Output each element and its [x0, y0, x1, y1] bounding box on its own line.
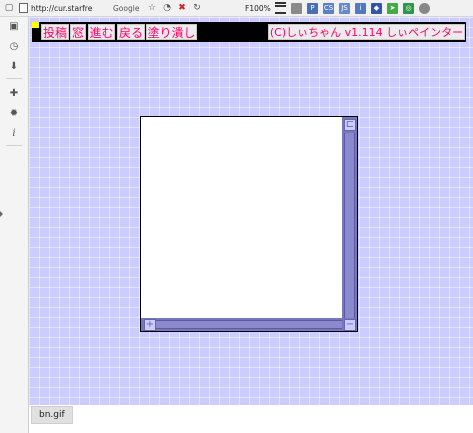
arrow-icon[interactable]: ➤: [387, 2, 398, 14]
star-icon[interactable]: ☆: [146, 2, 158, 14]
drawing-canvas[interactable]: [140, 116, 358, 332]
post-button[interactable]: 投稿: [41, 24, 69, 40]
vertical-scroll-thumb[interactable]: [344, 133, 355, 318]
browser-sidebar: ▣ ◷ ⬇ ✚ ✹ i: [0, 17, 29, 433]
favicon-icon: [19, 3, 28, 13]
yellow-marker: [32, 22, 39, 28]
puzzle-icon[interactable]: ✚: [8, 87, 20, 99]
reload-icon[interactable]: ↻: [191, 2, 203, 14]
css-icon[interactable]: CS: [323, 2, 334, 14]
tab-overview-icon[interactable]: ▢: [3, 2, 15, 14]
url-field[interactable]: http://cur.starfre: [31, 4, 107, 13]
gear-icon[interactable]: ✹: [8, 107, 20, 119]
sidebar-divider: [6, 145, 22, 146]
zoom-out-button[interactable]: −: [344, 319, 356, 331]
js-icon[interactable]: JS: [339, 2, 350, 14]
download-icon[interactable]: ⬇: [8, 60, 20, 72]
info-icon[interactable]: i: [8, 127, 20, 139]
history-icon[interactable]: ◷: [8, 40, 20, 52]
zoom-in-button[interactable]: +: [144, 319, 156, 331]
search-engine-field[interactable]: Google: [113, 4, 143, 13]
zoom-level[interactable]: F100%: [245, 4, 271, 13]
sidebar-collapse-handle[interactable]: [0, 197, 3, 237]
status-bar: [29, 405, 473, 433]
browser-toolbar: ▢ http://cur.starfre Google ☆ ◔ ✖ ↻ F100…: [0, 0, 473, 17]
swirl-icon[interactable]: ◎: [403, 2, 414, 14]
back-button[interactable]: 戻る: [117, 24, 145, 40]
copyright-label[interactable]: (C)しぃちゃん v1.114 しぃペインター: [268, 24, 465, 40]
status-filename: bn.gif: [31, 406, 73, 424]
forward-button[interactable]: 進む: [88, 24, 115, 40]
picture-icon[interactable]: [291, 2, 302, 14]
info-icon[interactable]: i: [355, 2, 366, 14]
sidebar-divider: [6, 78, 22, 79]
block-icon[interactable]: ✖: [176, 2, 188, 14]
fill-button[interactable]: 塗り潰し: [146, 24, 197, 40]
rss-icon[interactable]: ◔: [161, 2, 173, 14]
puzzle-icon[interactable]: ◆: [371, 2, 382, 14]
bookmark-icon[interactable]: ▣: [8, 20, 20, 32]
p-icon[interactable]: P: [307, 2, 318, 14]
menu-icon[interactable]: [275, 2, 286, 14]
dot-icon[interactable]: [419, 2, 430, 14]
horizontal-scroll-thumb[interactable]: [156, 320, 342, 329]
window-button[interactable]: 窓: [70, 24, 86, 40]
scroll-up-button[interactable]: ⊏: [344, 119, 356, 131]
